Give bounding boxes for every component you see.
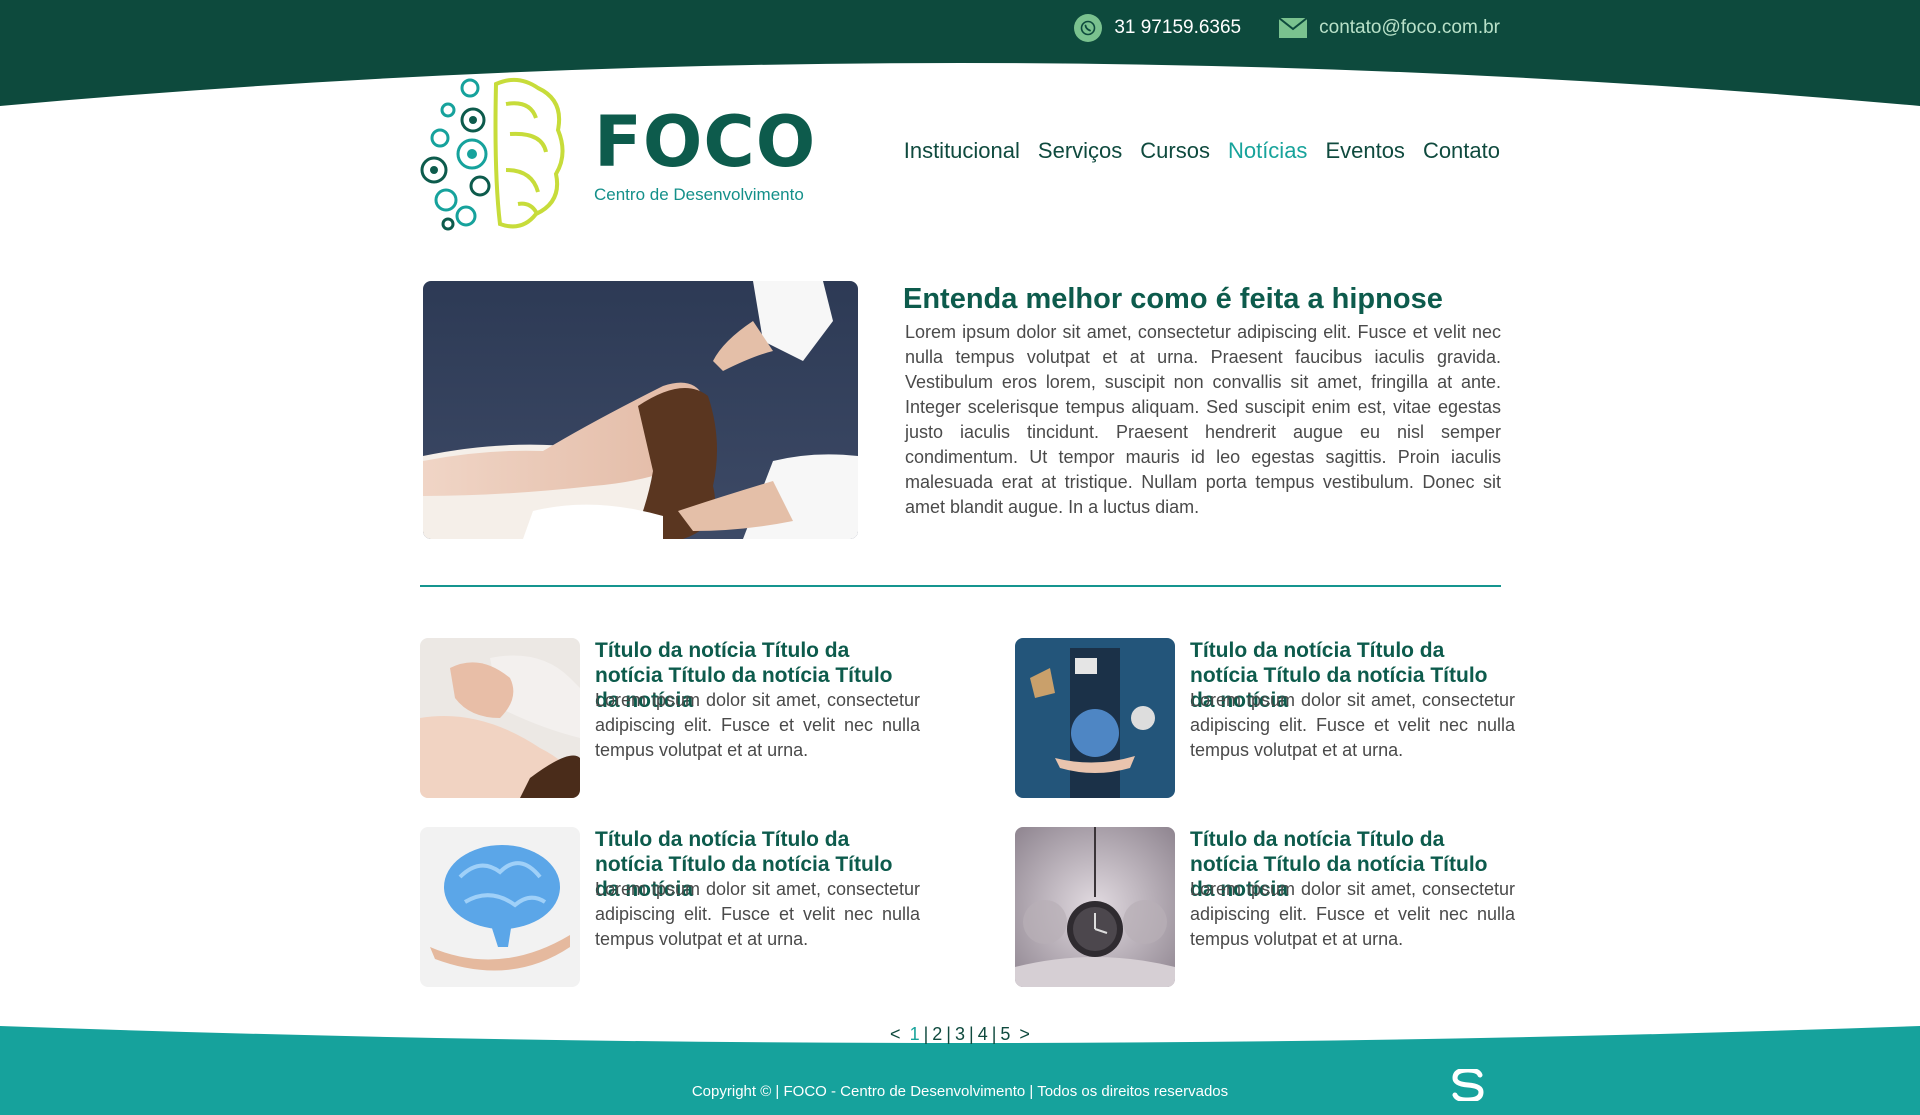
pagination-separator: |: [923, 1024, 929, 1044]
news-excerpt: Lorem ipsum dolor sit amet, consectetur …: [1190, 879, 1515, 949]
news-thumbnail[interactable]: [1015, 638, 1175, 798]
nav-item-cursos[interactable]: Cursos: [1140, 138, 1210, 164]
news-card[interactable]: Título da notícia Título da notícia Títu…: [1015, 638, 1515, 798]
pagination-prev[interactable]: <: [888, 1024, 903, 1045]
featured-text: Lorem ipsum dolor sit amet, consectetur …: [905, 322, 1501, 517]
news-excerpt: Lorem ipsum dolor sit amet, consectetur …: [1190, 690, 1515, 760]
brain-gears-icon: [418, 74, 568, 237]
pagination: < 1 | 2 | 3 | 4 | 5 >: [0, 1024, 1920, 1045]
phone-number: 31 97159.6365: [1114, 17, 1242, 38]
pagination-next[interactable]: >: [1017, 1024, 1032, 1045]
news-card[interactable]: Título da notícia Título da notícia Títu…: [420, 827, 920, 987]
featured-title[interactable]: Entenda melhor como é feita a hipnose: [903, 283, 1443, 316]
envelope-icon: [1278, 17, 1308, 38]
news-thumbnail[interactable]: [420, 827, 580, 987]
logo[interactable]: FOCO Centro de Desenvolvimento: [418, 74, 816, 237]
news-thumbnail[interactable]: [420, 638, 580, 798]
developer-s-logo-icon[interactable]: [1450, 1067, 1486, 1103]
nav-item-noticias[interactable]: Notícias: [1228, 138, 1307, 164]
pagination-page-1[interactable]: 1: [908, 1024, 922, 1045]
news-excerpt: Lorem ipsum dolor sit amet, consectetur …: [595, 690, 920, 760]
nav-item-institucional[interactable]: Institucional: [904, 138, 1020, 164]
whatsapp-icon: [1074, 14, 1103, 42]
pagination-page-2[interactable]: 2: [930, 1024, 944, 1045]
logo-subtitle: Centro de Desenvolvimento: [594, 184, 804, 204]
email-contact[interactable]: contato@foco.com.br: [1278, 17, 1500, 39]
footer-copyright: Copyright © | FOCO - Centro de Desenvolv…: [691, 1083, 1229, 1100]
nav-item-contato[interactable]: Contato: [1423, 138, 1500, 164]
news-card[interactable]: Título da notícia Título da notícia Títu…: [420, 638, 920, 798]
section-divider: [420, 585, 1501, 587]
top-header-band: [0, 0, 1920, 106]
email-address: contato@foco.com.br: [1319, 17, 1500, 38]
main-nav: Institucional Serviços Cursos Notícias E…: [904, 138, 1500, 164]
nav-item-eventos[interactable]: Eventos: [1325, 138, 1405, 164]
pagination-separator: |: [946, 1024, 951, 1044]
news-thumbnail[interactable]: [1015, 827, 1175, 987]
logo-brand: FOCO Centro de Desenvolvimento: [594, 107, 816, 205]
featured-image[interactable]: [423, 281, 858, 539]
logo-title: FOCO: [594, 100, 817, 183]
pagination-page-3[interactable]: 3: [953, 1024, 967, 1045]
pagination-separator: |: [969, 1024, 974, 1044]
pagination-separator: |: [991, 1024, 997, 1044]
pagination-page-5[interactable]: 5: [998, 1024, 1012, 1045]
news-card[interactable]: Título da notícia Título da notícia Títu…: [1015, 827, 1515, 987]
top-contacts: 31 97159.6365 contato@foco.com.br: [1074, 14, 1500, 42]
pagination-page-4[interactable]: 4: [976, 1024, 990, 1045]
news-excerpt: Lorem ipsum dolor sit amet, consectetur …: [595, 879, 920, 949]
nav-item-servicos[interactable]: Serviços: [1038, 138, 1122, 164]
phone-contact[interactable]: 31 97159.6365: [1074, 14, 1241, 42]
